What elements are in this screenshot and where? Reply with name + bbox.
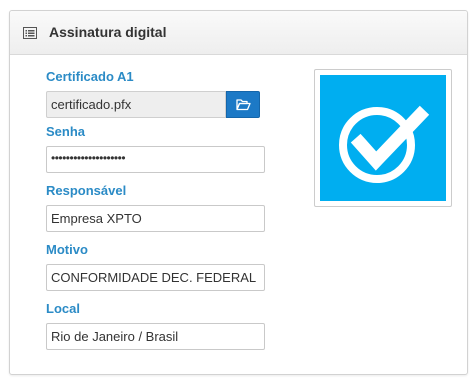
password-label: Senha xyxy=(46,124,86,139)
certificate-field: certificado.pfx xyxy=(46,91,226,118)
password-field[interactable]: •••••••••••••••••••• xyxy=(46,146,265,173)
browse-certificate-button[interactable] xyxy=(226,91,260,118)
check-circle-icon xyxy=(339,105,430,183)
certificate-label: Certificado A1 xyxy=(46,69,134,84)
location-label: Local xyxy=(46,301,80,316)
responsible-label: Responsável xyxy=(46,183,127,198)
reason-label: Motivo xyxy=(46,242,88,257)
panel-title: Assinatura digital xyxy=(49,24,167,40)
responsible-field[interactable]: Empresa XPTO xyxy=(46,205,265,232)
signature-panel: Assinatura digital Certificado A1 certif… xyxy=(9,10,468,375)
panel-header: Assinatura digital xyxy=(10,11,467,55)
signature-image-frame[interactable] xyxy=(314,69,452,207)
location-field[interactable]: Rio de Janeiro / Brasil xyxy=(46,323,265,350)
signature-image xyxy=(320,75,446,201)
reason-field[interactable]: CONFORMIDADE DEC. FEDERAL xyxy=(46,264,265,291)
list-card-icon xyxy=(23,27,37,39)
folder-open-icon xyxy=(236,99,251,111)
